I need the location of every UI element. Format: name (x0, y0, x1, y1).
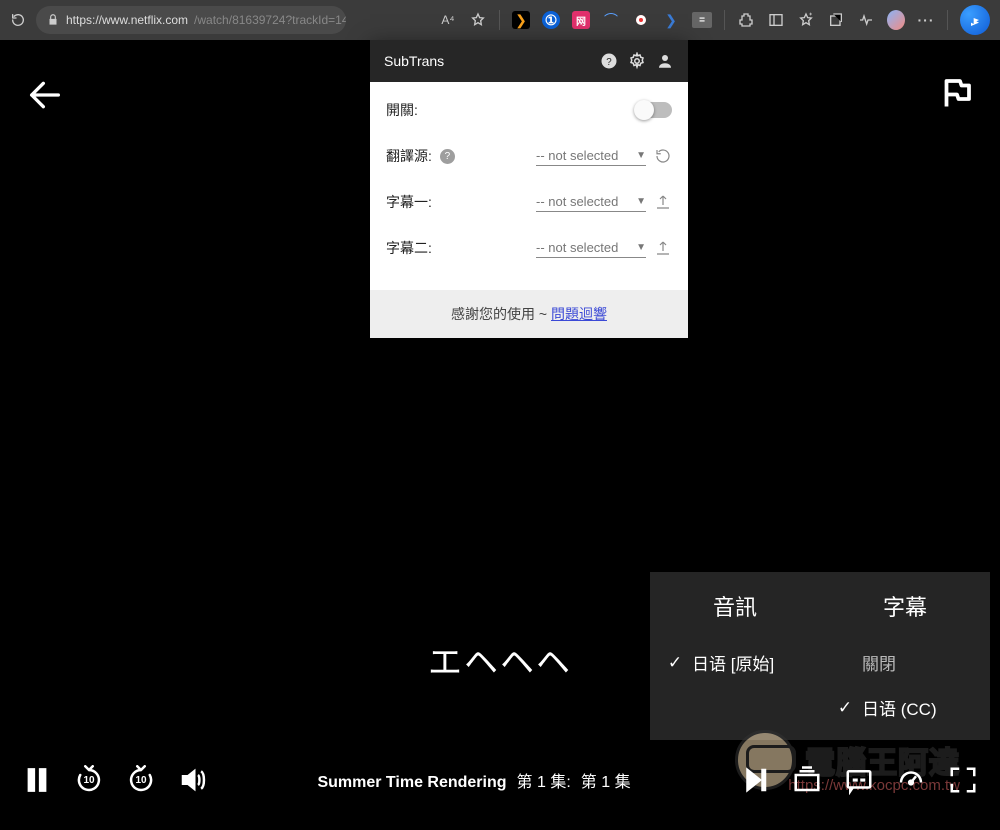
svg-text:?: ? (606, 57, 612, 68)
audio-heading: 音訊 (660, 590, 810, 622)
subtrans-footer: 感謝您的使用 ~ 問題迴響 (370, 290, 688, 338)
ext-subtrans-active-icon[interactable]: = (692, 12, 712, 28)
fullscreen-button[interactable] (948, 765, 978, 795)
account-icon[interactable] (656, 52, 674, 70)
health-icon[interactable] (857, 11, 875, 29)
ext-icon-2[interactable]: ① (542, 11, 560, 29)
sub1-select[interactable]: -- not selected▼ (536, 192, 646, 212)
toolbar-icons: A⁴ ❯ ① 网 ⌒ ❯ = ··· (439, 5, 990, 35)
subtrans-source-row: 翻譯源: ? -- not selected▼ (386, 146, 672, 166)
sub2-upload-icon[interactable] (654, 239, 672, 257)
pause-button[interactable] (22, 765, 52, 795)
speed-button[interactable] (896, 765, 926, 795)
audio-option-label: 日语 [原始] (692, 650, 774, 675)
collections-icon[interactable] (827, 11, 845, 29)
bing-icon[interactable] (960, 5, 990, 35)
settings-icon[interactable] (628, 52, 646, 70)
subtitle-heading: 字幕 (830, 590, 980, 622)
sub2-select[interactable]: -- not selected▼ (536, 238, 646, 258)
source-label: 翻譯源: (386, 146, 432, 166)
subtitle-column: 字幕 關閉 ✓ 日语 (CC) (820, 590, 990, 730)
ext-icon-3[interactable]: 网 (572, 11, 590, 29)
ext-icon-6[interactable]: ❯ (662, 11, 680, 29)
sub1-upload-icon[interactable] (654, 193, 672, 211)
sub2-label: 字幕二: (386, 238, 432, 258)
volume-button[interactable] (178, 765, 208, 795)
video-player[interactable]: SubTrans ? 開關: 翻譯源: ? -- not selected▼ 字… (0, 40, 1000, 830)
footer-text: 感謝您的使用 ~ (451, 306, 551, 322)
power-toggle[interactable] (636, 102, 672, 118)
url-host: https://www.netflix.com (66, 13, 188, 27)
source-refresh-icon[interactable] (654, 147, 672, 165)
subtrans-header: SubTrans ? (370, 40, 688, 82)
source-select[interactable]: -- not selected▼ (536, 146, 646, 166)
check-icon: ✓ (836, 698, 854, 718)
switch-label: 開關: (386, 100, 418, 120)
report-flag-button[interactable] (939, 75, 975, 111)
reader-mode-icon[interactable]: A⁴ (439, 11, 457, 29)
seek-fwd-label: 10 (131, 775, 151, 786)
help-icon[interactable]: ? (600, 52, 618, 70)
subtitle-option-1[interactable]: ✓ 日语 (CC) (830, 685, 980, 730)
more-icon[interactable]: ··· (917, 11, 935, 29)
feedback-link[interactable]: 問題迴響 (551, 306, 607, 322)
favorites-icon[interactable] (797, 11, 815, 29)
subtitle-option-label: 日语 (CC) (862, 695, 937, 720)
next-episode-button[interactable] (740, 765, 770, 795)
subtitles-button[interactable] (844, 765, 874, 795)
lock-icon (46, 13, 60, 27)
episode-number: 第 1 集 (581, 768, 631, 792)
extensions-icon[interactable] (737, 11, 755, 29)
subtrans-popup: SubTrans ? 開關: 翻譯源: ? -- not selected▼ 字… (370, 40, 688, 338)
subtrans-switch-row: 開關: (386, 100, 672, 120)
toolbar-separator-3 (947, 10, 948, 30)
url-path: /watch/81639724?trackId=141... (194, 13, 346, 27)
audio-option-0[interactable]: ✓ 日语 [原始] (660, 640, 810, 685)
audio-column: 音訊 ✓ 日语 [原始] (650, 590, 820, 730)
reload-icon[interactable] (10, 12, 26, 28)
right-controls (740, 765, 978, 795)
ext-icon-4[interactable]: ⌒ (602, 11, 620, 29)
subtrans-sub1-row: 字幕一: -- not selected▼ (386, 192, 672, 212)
video-subtitle-text: エヘヘヘ (428, 635, 572, 684)
toolbar-separator-2 (724, 10, 725, 30)
ext-icon-5[interactable] (632, 11, 650, 29)
check-icon: ✓ (666, 653, 684, 673)
sidebar-icon[interactable] (767, 11, 785, 29)
episodes-button[interactable] (792, 765, 822, 795)
subtrans-sub2-row: 字幕二: -- not selected▼ (386, 238, 672, 258)
episode-title: Summer Time Rendering 第 1 集: 第 1 集 (317, 768, 630, 792)
series-name: Summer Time Rendering (317, 774, 506, 792)
episode-group: 第 1 集: (517, 768, 571, 792)
address-bar[interactable]: https://www.netflix.com/watch/81639724?t… (36, 6, 346, 34)
subtrans-title: SubTrans (384, 53, 590, 69)
back-button[interactable] (25, 75, 65, 115)
ext-icon-1[interactable]: ❯ (512, 11, 530, 29)
seek-back-button[interactable]: 10 (74, 765, 104, 795)
sub1-label: 字幕一: (386, 192, 432, 212)
subtitle-option-0[interactable]: 關閉 (830, 640, 980, 685)
profile-avatar[interactable] (887, 11, 905, 29)
toolbar-separator (499, 10, 500, 30)
player-controls: 10 10 Summer Time Rendering 第 1 集: 第 1 集 (0, 755, 1000, 805)
favorite-star-icon[interactable] (469, 11, 487, 29)
source-help-icon[interactable]: ? (440, 149, 455, 164)
audio-subtitle-popup: 音訊 ✓ 日语 [原始] 字幕 關閉 ✓ 日语 (CC) (650, 572, 990, 740)
browser-toolbar: https://www.netflix.com/watch/81639724?t… (0, 0, 1000, 40)
subtitle-option-label: 關閉 (862, 650, 896, 675)
seek-back-label: 10 (79, 775, 99, 786)
seek-forward-button[interactable]: 10 (126, 765, 156, 795)
